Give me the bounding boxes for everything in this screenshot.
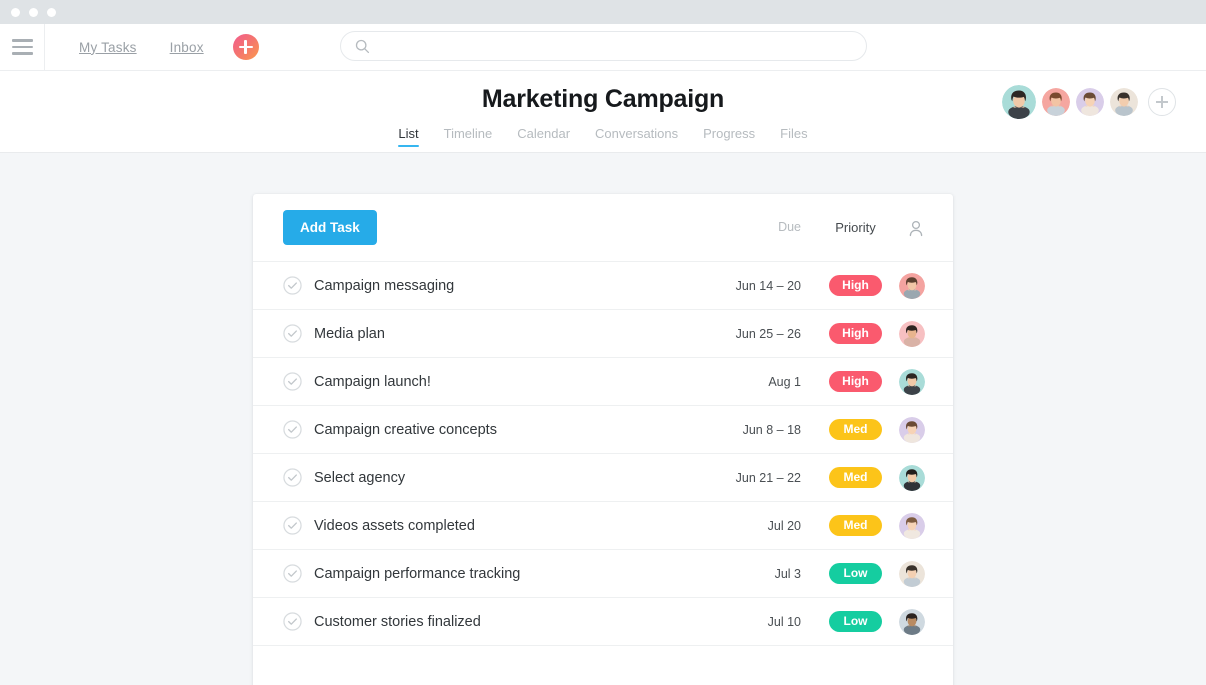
task-priority-cell: High (813, 371, 898, 392)
window-minimize-button[interactable] (29, 8, 38, 17)
task-due-date[interactable]: Aug 1 (721, 375, 801, 389)
task-name[interactable]: Campaign launch! (314, 374, 431, 390)
window-maximize-button[interactable] (47, 8, 56, 17)
project-members (1002, 85, 1176, 119)
task-list-toolbar: Add Task Due Priority (253, 194, 953, 262)
task-complete-checkbox-icon[interactable] (283, 564, 302, 583)
task-complete-checkbox-icon[interactable] (283, 420, 302, 439)
content-stage: Add Task Due Priority Campaign messaging… (0, 153, 1206, 685)
nav-item-my-tasks[interactable]: My Tasks (79, 40, 137, 55)
table-row[interactable]: Videos assets completed Jul 20 Med (253, 502, 953, 550)
search-box[interactable] (340, 31, 867, 61)
avatar[interactable] (899, 465, 925, 491)
task-complete-checkbox-icon[interactable] (283, 276, 302, 295)
top-navigation-bar: My Tasks Inbox (0, 24, 1206, 71)
task-name[interactable]: Videos assets completed (314, 518, 475, 534)
table-row[interactable]: Campaign messaging Jun 14 – 20 High (253, 262, 953, 310)
avatar[interactable] (899, 321, 925, 347)
add-member-plus-icon[interactable] (1148, 88, 1176, 116)
task-due-date[interactable]: Jul 10 (721, 615, 801, 629)
tab-progress[interactable]: Progress (703, 126, 755, 147)
status-badge[interactable]: Low (829, 563, 882, 584)
window-titlebar (0, 0, 1206, 24)
search-container (340, 31, 867, 61)
task-list-card: Add Task Due Priority Campaign messaging… (253, 194, 953, 685)
nav-item-inbox[interactable]: Inbox (170, 40, 204, 55)
avatar[interactable] (899, 273, 925, 299)
status-badge[interactable]: High (829, 275, 882, 296)
task-priority-cell: Med (813, 515, 898, 536)
window-close-button[interactable] (11, 8, 20, 17)
table-row[interactable]: Select agency Jun 21 – 22 Med (253, 454, 953, 502)
column-header-owner[interactable] (901, 220, 931, 240)
avatar[interactable] (1110, 88, 1138, 116)
tab-files[interactable]: Files (780, 126, 807, 147)
table-row[interactable]: Campaign launch! Aug 1 High (253, 358, 953, 406)
task-due-date[interactable]: Jul 3 (721, 567, 801, 581)
avatar[interactable] (1042, 88, 1070, 116)
person-icon (908, 220, 924, 237)
tab-list[interactable]: List (398, 126, 418, 147)
task-due-date[interactable]: Jul 20 (721, 519, 801, 533)
search-icon (355, 39, 370, 54)
task-priority-cell: Med (813, 467, 898, 488)
task-due-date[interactable]: Jun 21 – 22 (721, 471, 801, 485)
task-complete-checkbox-icon[interactable] (283, 612, 302, 631)
project-header: Marketing Campaign ListTimelineCalendarC… (0, 71, 1206, 153)
task-name[interactable]: Media plan (314, 326, 385, 342)
avatar[interactable] (899, 369, 925, 395)
avatar[interactable] (899, 513, 925, 539)
table-row[interactable]: Campaign creative concepts Jun 8 – 18 Med (253, 406, 953, 454)
column-header-due[interactable]: Due (721, 220, 801, 234)
task-due-date[interactable]: Jun 25 – 26 (721, 327, 801, 341)
task-complete-checkbox-icon[interactable] (283, 516, 302, 535)
table-row[interactable]: Media plan Jun 25 – 26 High (253, 310, 953, 358)
table-row[interactable]: Customer stories finalized Jul 10 Low (253, 598, 953, 646)
task-priority-cell: High (813, 323, 898, 344)
status-badge[interactable]: High (829, 323, 882, 344)
avatar[interactable] (899, 609, 925, 635)
column-header-priority[interactable]: Priority (813, 220, 898, 235)
task-priority-cell: Low (813, 611, 898, 632)
task-complete-checkbox-icon[interactable] (283, 468, 302, 487)
nav-links: My Tasks Inbox (79, 40, 204, 55)
task-complete-checkbox-icon[interactable] (283, 324, 302, 343)
status-badge[interactable]: High (829, 371, 882, 392)
quick-add-plus-icon[interactable] (233, 34, 259, 60)
tab-timeline[interactable]: Timeline (444, 126, 493, 147)
task-name[interactable]: Campaign messaging (314, 278, 454, 294)
task-due-date[interactable]: Jun 14 – 20 (721, 279, 801, 293)
tab-conversations[interactable]: Conversations (595, 126, 678, 147)
task-priority-cell: Med (813, 419, 898, 440)
status-badge[interactable]: Med (829, 419, 882, 440)
table-row[interactable]: Campaign performance tracking Jul 3 Low (253, 550, 953, 598)
avatar[interactable] (1002, 85, 1036, 119)
status-badge[interactable]: Low (829, 611, 882, 632)
status-badge[interactable]: Med (829, 467, 882, 488)
project-tabs: List Timeline Calendar Conversations Progres… (0, 126, 1206, 147)
search-input[interactable] (379, 39, 819, 54)
task-name[interactable]: Campaign creative concepts (314, 422, 497, 438)
task-priority-cell: High (813, 275, 898, 296)
task-name[interactable]: Select agency (314, 470, 405, 486)
task-complete-checkbox-icon[interactable] (283, 372, 302, 391)
avatar[interactable] (1076, 88, 1104, 116)
status-badge[interactable]: Med (829, 515, 882, 536)
menu-hamburger-icon[interactable] (0, 24, 45, 71)
task-name[interactable]: Customer stories finalized (314, 614, 481, 630)
avatar[interactable] (899, 417, 925, 443)
task-due-date[interactable]: Jun 8 – 18 (721, 423, 801, 437)
avatar[interactable] (899, 561, 925, 587)
task-name[interactable]: Campaign performance tracking (314, 566, 520, 582)
add-task-button[interactable]: Add Task (283, 210, 377, 245)
task-rows: Campaign messagingJun 14 – 20HighMedia p… (253, 262, 953, 646)
tab-calendar[interactable]: Calendar (517, 126, 570, 147)
task-priority-cell: Low (813, 563, 898, 584)
